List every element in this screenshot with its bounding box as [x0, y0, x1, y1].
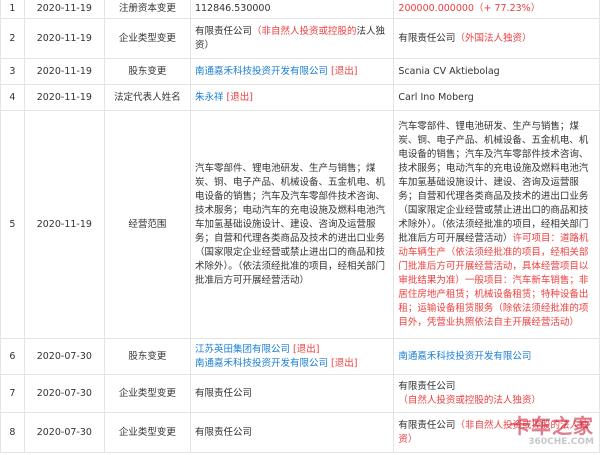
shareholder-link[interactable]: 江苏英田集团有限公司	[195, 344, 290, 355]
watermark-cn: 卡车之家	[510, 414, 594, 438]
after-change: Carl Ino Moberg	[393, 84, 600, 111]
row-index: 2	[0, 18, 25, 59]
change-percent: （+ 77.23%）	[473, 2, 541, 14]
row-index: 1	[0, 0, 25, 19]
before-change: 朱永祥 [退出]	[189, 84, 395, 111]
shareholder-link[interactable]: 南通嘉禾科技投资开发有限公司	[195, 358, 328, 369]
table-row: 5 2020-11-19 经营范围 汽车零部件、锂电池研发、生产与销售；煤炭、铜…	[0, 110, 600, 339]
change-date: 2020-07-30	[23, 338, 105, 375]
before-change: 江苏英田集团有限公司 [退出] 南通嘉禾科技投资开发有限公司 [退出]	[189, 338, 395, 375]
row-index: 4	[0, 84, 25, 111]
change-type: 企业类型变更	[103, 18, 191, 59]
before-change: 有限责任公司	[189, 374, 395, 413]
shareholder-link[interactable]: 南通嘉禾科技投资开发有限公司	[195, 66, 328, 77]
after-change: 汽车零部件、锂电池研发、生产与销售；煤炭、铜、电子产品、机械设备、五金机电、机电…	[393, 110, 600, 339]
legal-rep-link[interactable]: 朱永祥	[195, 92, 224, 103]
before-value: 有限责任公司	[194, 25, 252, 37]
shareholder-link[interactable]: 南通嘉禾科技投资开发有限公司	[398, 351, 531, 362]
change-type: 经营范围	[103, 110, 191, 339]
change-records-body: 1 2020-11-19 注册资本变更 112846.530000 200000…	[0, 0, 600, 453]
watermark-logo: 卡车之家 360CHE.COM	[510, 410, 594, 447]
table-row: 3 2020-11-19 股东变更 南通嘉禾科技投资开发有限公司 [退出] Sc…	[0, 58, 600, 85]
after-value-note: （自然人投资或控股的法人独资）	[398, 394, 541, 406]
before-change: 有限责任公司（非自然人投资或控股的法人独资）	[189, 18, 395, 59]
after-value: Scania CV Aktiebolag	[398, 65, 500, 77]
after-change: 南通嘉禾科技投资开发有限公司	[393, 338, 600, 375]
before-value: 112846.530000	[194, 2, 271, 14]
after-value-added: 许可项目：道路机动车辆生产（依法须经批准的项目，经相关部门批准后方可开展经营活动…	[398, 232, 589, 328]
row-index: 7	[0, 374, 25, 413]
change-date: 2020-11-19	[23, 0, 105, 19]
table-row: 6 2020-07-30 股东变更 江苏英田集团有限公司 [退出] 南通嘉禾科技投…	[0, 338, 600, 375]
before-change: 汽车零部件、锂电池研发、生产与销售；煤炭、铜、电子产品、机械设备、五金机电、机电…	[189, 110, 395, 339]
after-change: 有限责任公司（外国法人独资）	[393, 18, 600, 59]
change-type: 企业类型变更	[103, 374, 191, 413]
table-row: 4 2020-11-19 法定代表人姓名 朱永祥 [退出] Carl Ino M…	[0, 84, 600, 111]
change-date: 2020-11-19	[23, 110, 105, 339]
table-row: 1 2020-11-19 注册资本变更 112846.530000 200000…	[0, 0, 600, 19]
before-change: 112846.530000	[189, 0, 395, 19]
change-type: 法定代表人姓名	[103, 84, 191, 111]
row-index: 3	[0, 58, 25, 85]
after-value: 有限责任公司	[398, 32, 456, 44]
change-date: 2020-11-19	[23, 18, 105, 59]
exit-tag: [退出]	[327, 357, 358, 369]
after-change: Scania CV Aktiebolag	[393, 58, 600, 85]
change-type: 企业类型变更	[103, 412, 191, 453]
change-date: 2020-07-30	[23, 374, 105, 413]
row-index: 6	[0, 338, 25, 375]
row-index: 8	[0, 412, 25, 453]
before-value: 有限责任公司	[194, 387, 252, 399]
before-value: 汽车零部件、锂电池研发、生产与销售；煤炭、铜、电子产品、机械设备、五金机电、机电…	[194, 162, 385, 286]
after-change: 有限责任公司 （自然人投资或控股的法人独资）	[393, 374, 600, 413]
before-change: 南通嘉禾科技投资开发有限公司 [退出]	[189, 58, 395, 85]
table-row: 2 2020-11-19 企业类型变更 有限责任公司（非自然人投资或控股的法人独…	[0, 18, 600, 59]
after-value: 汽车零部件、锂电池研发、生产与销售；煤炭、铜、电子产品、机械设备、五金机电、机电…	[398, 120, 589, 244]
after-change: 200000.000000（+ 77.23%）	[393, 0, 600, 19]
change-type: 股东变更	[103, 58, 191, 85]
change-records-table: 1 2020-11-19 注册资本变更 112846.530000 200000…	[0, 0, 600, 453]
change-type: 注册资本变更	[103, 0, 191, 19]
after-value: 有限责任公司	[398, 380, 456, 392]
change-date: 2020-11-19	[23, 84, 105, 111]
after-value-note: （外国法人独资）	[455, 32, 532, 44]
before-change: 有限责任公司	[189, 412, 395, 453]
exit-tag: [退出]	[223, 91, 253, 103]
before-value-note: （非自然人投资或控股的	[251, 25, 357, 37]
table-row: 7 2020-07-30 企业类型变更 有限责任公司 有限责任公司 （自然人投资或…	[0, 374, 600, 413]
exit-tag: [退出]	[327, 65, 358, 77]
after-value: 200000.000000	[398, 2, 474, 14]
change-date: 2020-07-30	[23, 412, 105, 453]
before-value: 有限责任公司	[194, 426, 252, 438]
row-index: 5	[0, 110, 25, 339]
change-type: 股东变更	[103, 338, 191, 375]
exit-tag: [退出]	[289, 343, 320, 355]
after-value: Carl Ino Moberg	[398, 91, 474, 103]
change-date: 2020-11-19	[23, 58, 105, 85]
after-value: 有限责任公司	[398, 419, 456, 431]
